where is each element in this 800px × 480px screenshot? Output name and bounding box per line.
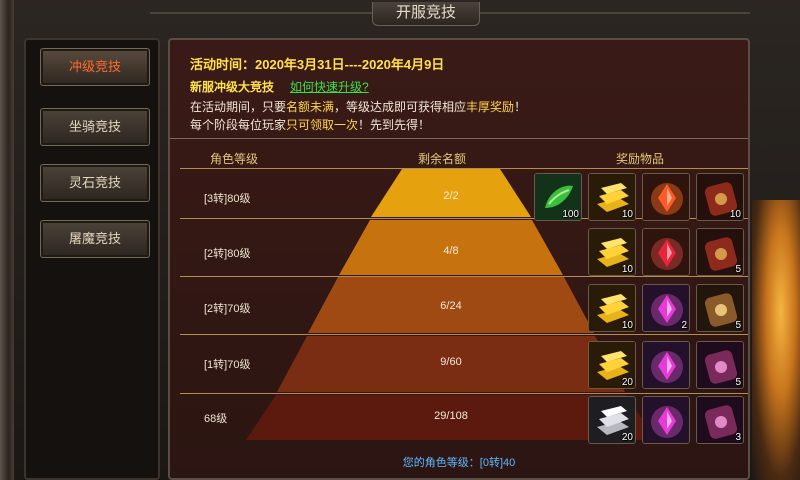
- remaining-count: 2/2: [443, 190, 459, 202]
- red-gem-pendant-icon: [643, 229, 689, 275]
- reward-qty: 5: [735, 264, 741, 275]
- reward-item-gold-bars[interactable]: 10: [588, 228, 636, 276]
- reward-item-purple-bracer[interactable]: 5: [696, 341, 744, 389]
- reward-qty: 2: [681, 320, 687, 331]
- row-level: [2转]80级: [204, 248, 251, 260]
- reward-qty: 20: [621, 432, 633, 443]
- reward-item-red-bracer[interactable]: 5: [696, 228, 744, 276]
- reward-qty: 10: [621, 264, 633, 275]
- reward-item-purple-gem-pendant[interactable]: [642, 396, 690, 444]
- reward-item-purple-bracer[interactable]: 3: [696, 396, 744, 444]
- main-panel: 活动时间：2020年3月31日----2020年4月9日 新服冲级大竞技 如何快…: [168, 38, 750, 480]
- remaining-count: 29/108: [434, 410, 468, 422]
- red-gem-pendant-icon: [643, 174, 689, 220]
- row-rule: [180, 168, 748, 169]
- reward-item-purple-gem-pendant[interactable]: 2: [642, 284, 690, 332]
- row-rule: [180, 276, 748, 277]
- reward-item-purple-gem-pendant[interactable]: [642, 341, 690, 389]
- remaining-count: 9/60: [440, 356, 462, 368]
- sidebar-item-spirit-stone-race[interactable]: 灵石竞技: [40, 164, 150, 202]
- row-level: 68级: [204, 413, 228, 425]
- window-title: 开服竞技: [372, 2, 480, 26]
- reward-item-red-bracer[interactable]: 10: [696, 173, 744, 221]
- purple-gem-pendant-icon: [643, 397, 689, 443]
- reward-item-gold-bars[interactable]: 10: [588, 173, 636, 221]
- row-rule: [180, 334, 748, 335]
- row-level: [1转]70级: [204, 359, 251, 371]
- reward-item-bronze-bracer[interactable]: 5: [696, 284, 744, 332]
- sidebar: 冲级竞技 坐骑竞技 灵石竞技 屠魔竞技: [24, 38, 160, 480]
- reward-item-red-gem-pendant[interactable]: [642, 173, 690, 221]
- reward-qty: 5: [735, 377, 741, 388]
- reward-item-red-gem-pendant[interactable]: [642, 228, 690, 276]
- sidebar-item-mount-race[interactable]: 坐骑竞技: [40, 108, 150, 146]
- sidebar-item-level-race[interactable]: 冲级竞技: [40, 48, 150, 86]
- reward-qty: 5: [735, 320, 741, 331]
- reward-qty: 10: [621, 209, 633, 220]
- row-level: [2转]70级: [204, 303, 251, 315]
- remaining-count: 6/24: [440, 300, 462, 312]
- sidebar-item-demon-slay-race[interactable]: 屠魔竞技: [40, 220, 150, 258]
- reward-item-gold-bars[interactable]: 20: [588, 341, 636, 389]
- reward-qty: 10: [621, 320, 633, 331]
- decorative-art: [752, 200, 800, 480]
- reward-item-green-herb[interactable]: 100: [534, 173, 582, 221]
- reward-qty: 3: [735, 432, 741, 443]
- purple-gem-pendant-icon: [643, 342, 689, 388]
- reward-item-gold-bars[interactable]: 10: [588, 284, 636, 332]
- your-level-status: 您的角色等级：[0转]40: [402, 457, 516, 469]
- reward-item-silver-bars[interactable]: 20: [588, 396, 636, 444]
- remaining-count: 4/8: [443, 245, 459, 257]
- reward-qty: 100: [562, 209, 579, 220]
- row-rule: [180, 393, 748, 394]
- reward-qty: 20: [621, 377, 633, 388]
- reward-qty: 10: [729, 209, 741, 220]
- row-level: [3转]80级: [204, 193, 251, 205]
